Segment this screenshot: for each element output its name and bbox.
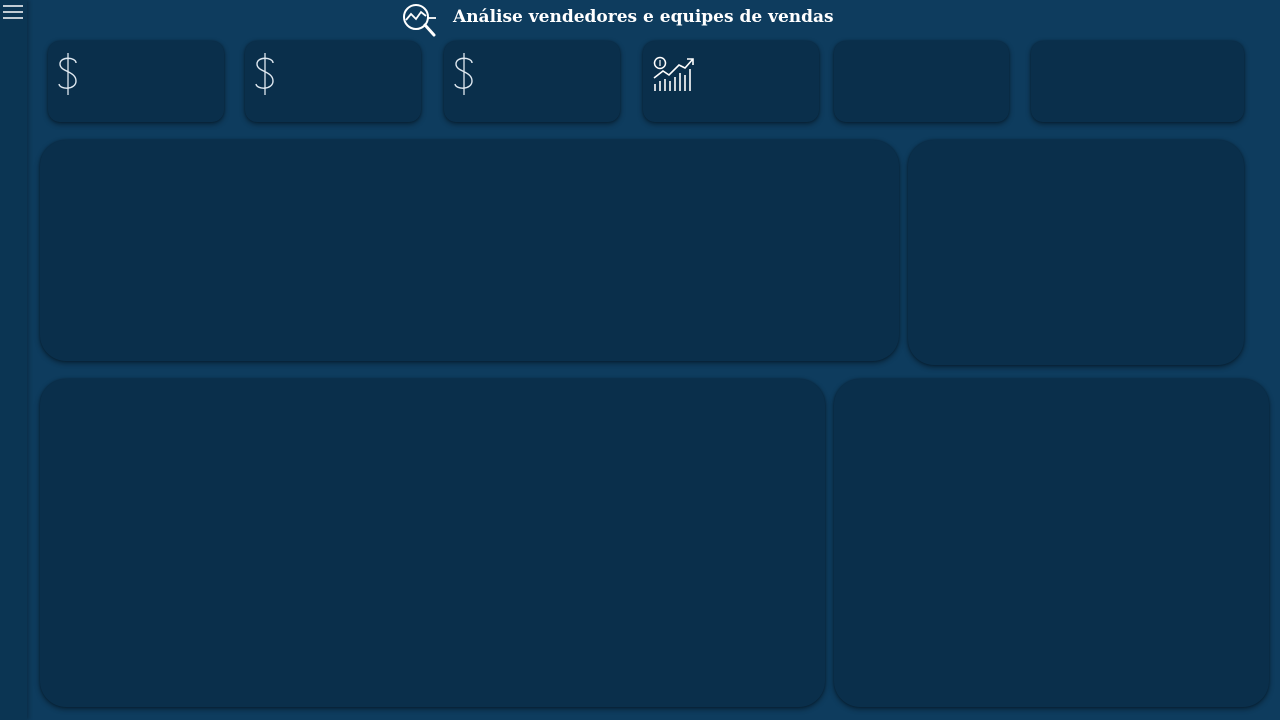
dashboard-app: Análise vendedores e equipes de vendas	[0, 0, 1280, 720]
kpi-card-2	[245, 41, 421, 122]
chart-magnifier-icon	[400, 2, 438, 38]
kpi-card-1	[48, 41, 224, 122]
left-sidebar	[0, 0, 27, 720]
chart-panel-bottom-left	[40, 379, 825, 707]
kpi-card-4	[643, 41, 819, 122]
dollar-icon	[452, 51, 476, 97]
kpi-card-6	[1031, 41, 1244, 122]
chart-panel-top-left	[40, 140, 899, 361]
chart-panel-bottom-right	[834, 379, 1269, 707]
kpi-card-3	[444, 41, 620, 122]
dollar-icon	[56, 51, 80, 97]
page-title: Análise vendedores e equipes de vendas	[453, 7, 834, 27]
kpi-card-5	[834, 41, 1009, 122]
dollar-icon	[253, 51, 277, 97]
chart-panel-top-right	[908, 140, 1244, 365]
hamburger-menu-icon	[3, 5, 23, 19]
hamburger-menu-button[interactable]	[2, 2, 24, 22]
growth-chart-icon	[653, 56, 695, 92]
